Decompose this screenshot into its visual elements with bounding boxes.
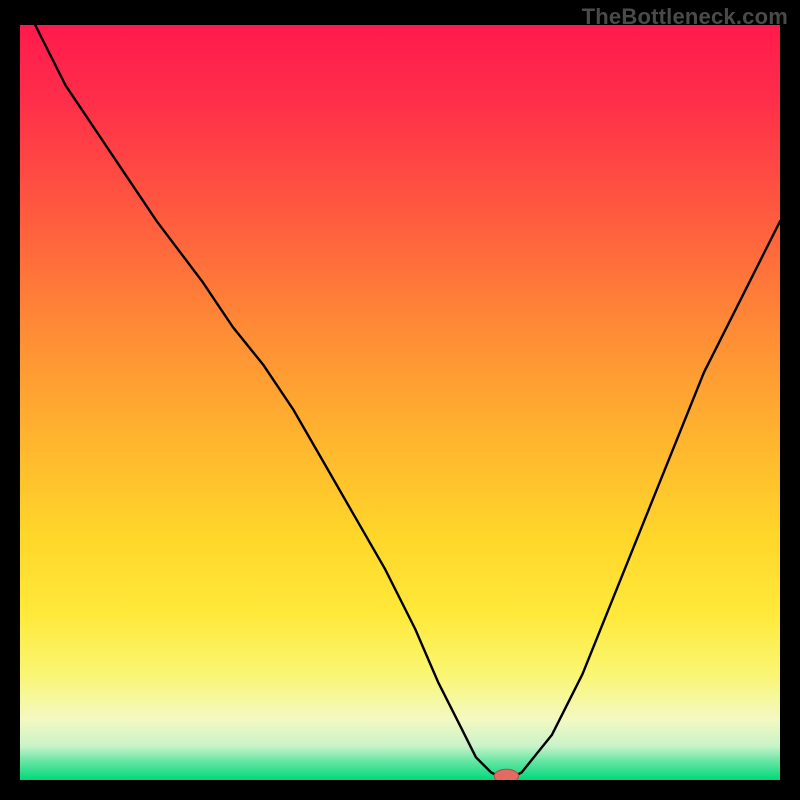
chart-frame: TheBottleneck.com (0, 0, 800, 800)
plot-area (20, 25, 780, 780)
bottleneck-chart (20, 25, 780, 780)
gradient-background (20, 25, 780, 780)
watermark-text: TheBottleneck.com (582, 4, 788, 30)
optimal-marker (494, 769, 518, 780)
